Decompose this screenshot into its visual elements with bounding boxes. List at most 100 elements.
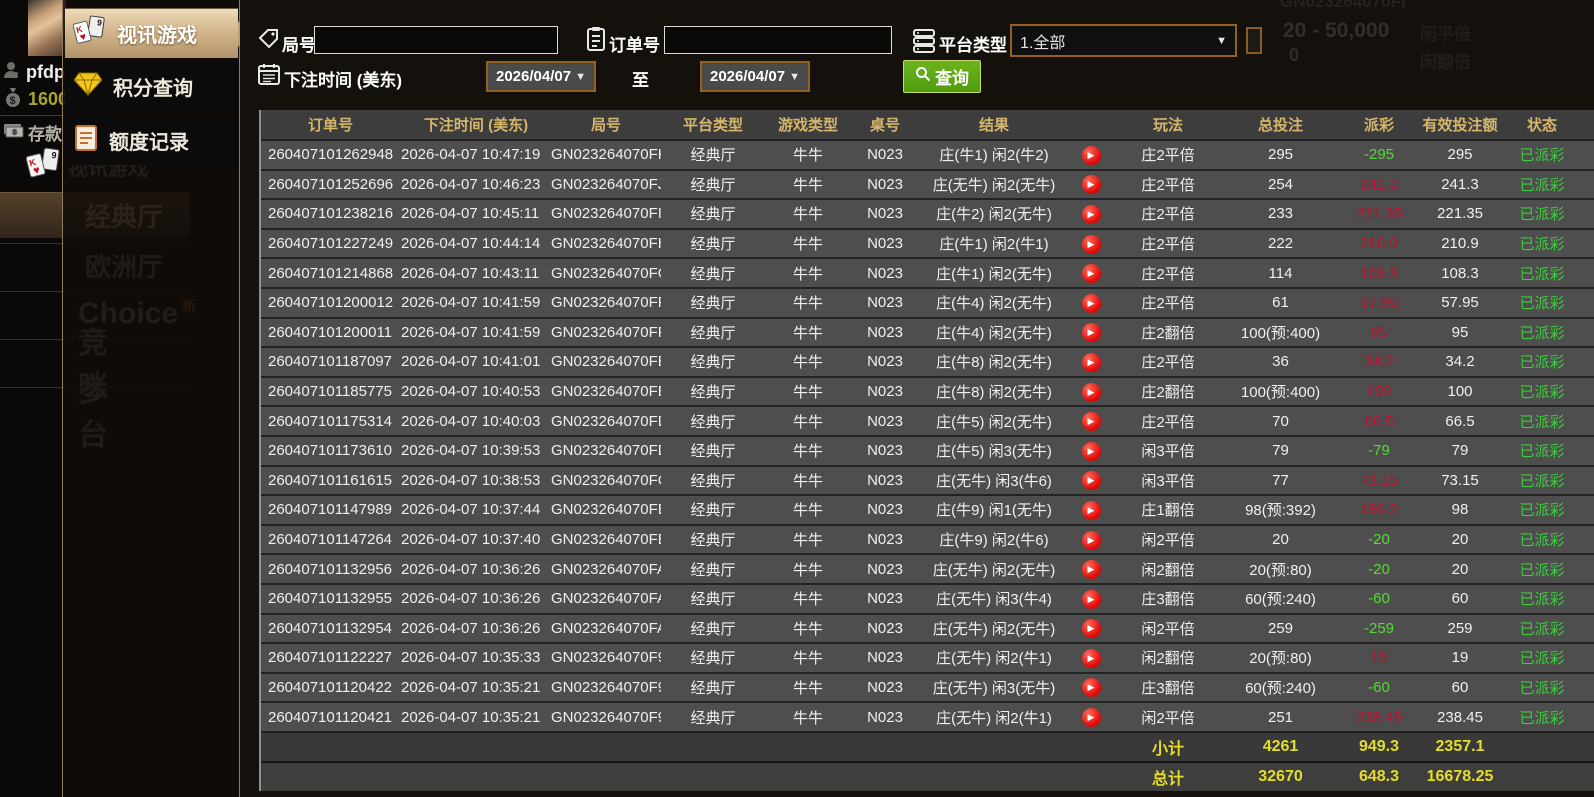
cell-play: ▶ bbox=[1069, 322, 1113, 342]
table-row: 2604071012629482026-04-07 10:47:19GN0232… bbox=[261, 139, 1594, 169]
cell-round: GN023264070FA bbox=[551, 620, 661, 637]
video-play-button[interactable]: ▶ bbox=[1082, 501, 1101, 520]
cell-game: 牛牛 bbox=[765, 470, 851, 491]
query-button[interactable]: 查询 bbox=[903, 60, 981, 93]
cell-result: 庄(牛4) 闲2(无牛) bbox=[919, 292, 1069, 313]
cell-time: 2026-04-07 10:39:53 bbox=[393, 442, 551, 459]
cell-payout: -20 bbox=[1338, 561, 1420, 578]
cell-order: 260407101185775 bbox=[261, 383, 393, 400]
cell-validbet: 241.3 bbox=[1420, 176, 1500, 193]
cell-time: 2026-04-07 10:40:03 bbox=[393, 413, 551, 430]
video-play-button[interactable]: ▶ bbox=[1082, 264, 1101, 283]
cell-status: 已派彩 bbox=[1500, 411, 1584, 432]
cell-payout: -79 bbox=[1338, 442, 1420, 459]
cell-totalbet: 20 bbox=[1223, 531, 1338, 548]
cell-method: 庄1翻倍 bbox=[1113, 499, 1223, 520]
cell-validbet: 19 bbox=[1420, 649, 1500, 666]
cell-game: 牛牛 bbox=[765, 174, 851, 195]
video-play-button[interactable]: ▶ bbox=[1082, 590, 1101, 609]
cell-validbet: 20 bbox=[1420, 531, 1500, 548]
video-play-button[interactable]: ▶ bbox=[1082, 649, 1101, 668]
date-from-select[interactable]: 2026/04/07 ▼ bbox=[486, 61, 596, 92]
cell-validbet: 98 bbox=[1420, 501, 1500, 518]
cell-payout: 57.95 bbox=[1338, 294, 1420, 311]
cell-game: 牛牛 bbox=[765, 233, 851, 254]
cell-play: ▶ bbox=[1069, 263, 1113, 283]
video-play-button[interactable]: ▶ bbox=[1082, 353, 1101, 372]
menu-item-label: 额度记录 bbox=[109, 126, 189, 155]
video-play-button[interactable]: ▶ bbox=[1082, 560, 1101, 579]
cell-time: 2026-04-07 10:46:23 bbox=[393, 176, 551, 193]
date-to-select[interactable]: 2026/04/07 ▼ bbox=[700, 61, 810, 92]
video-play-button[interactable]: ▶ bbox=[1082, 412, 1101, 431]
footer-cell-method: 总计 bbox=[1113, 765, 1223, 789]
cell-method: 庄2平倍 bbox=[1113, 203, 1223, 224]
overlay-menu-column: 9K♥ 视讯游戏 积分查询 额度记录 bbox=[63, 0, 240, 797]
table-row: 2604071011472642026-04-07 10:37:40GN0232… bbox=[261, 524, 1594, 554]
video-play-button[interactable]: ▶ bbox=[1082, 383, 1101, 402]
menu-item-quota-records[interactable]: 额度记录 bbox=[65, 115, 238, 165]
cell-method: 庄2平倍 bbox=[1113, 263, 1223, 284]
header-cell-payout: 派彩 bbox=[1338, 114, 1420, 135]
cell-order: 260407101132956 bbox=[261, 561, 393, 578]
platform-type-select[interactable]: 1.全部 ▼ bbox=[1010, 24, 1237, 57]
header-cell-game: 游戏类型 bbox=[765, 114, 851, 135]
cell-payout: 108.3 bbox=[1338, 265, 1420, 282]
cell-order: 260407101227249 bbox=[261, 235, 393, 252]
order-number-input[interactable] bbox=[664, 26, 892, 54]
menu-item-points-query[interactable]: 积分查询 bbox=[65, 61, 238, 111]
cell-game: 牛牛 bbox=[765, 381, 851, 402]
deposit-item[interactable]: $ 存款 bbox=[2, 120, 62, 145]
cell-hall: 经典厅 bbox=[661, 677, 765, 698]
date-to-value: 2026/04/07 bbox=[710, 68, 785, 85]
cell-result: 庄(牛9) 闲1(无牛) bbox=[919, 499, 1069, 520]
cell-method: 庄2翻倍 bbox=[1113, 322, 1223, 343]
video-play-button[interactable]: ▶ bbox=[1082, 531, 1101, 550]
menu-item-video-games[interactable]: 9K♥ 视讯游戏 bbox=[65, 8, 238, 58]
cell-round: GN023264070FE bbox=[551, 353, 661, 370]
cell-round: GN023264070FE bbox=[551, 383, 661, 400]
video-play-button[interactable]: ▶ bbox=[1082, 708, 1101, 727]
video-play-button[interactable]: ▶ bbox=[1082, 619, 1101, 638]
sidebar-divider bbox=[0, 115, 62, 116]
cell-payout: 221.35 bbox=[1338, 205, 1420, 222]
cell-hall: 经典厅 bbox=[661, 470, 765, 491]
table-row: 2604071011736102026-04-07 10:39:53GN0232… bbox=[261, 435, 1594, 465]
cell-status: 已派彩 bbox=[1500, 440, 1584, 461]
video-play-button[interactable]: ▶ bbox=[1082, 471, 1101, 490]
video-play-button[interactable]: ▶ bbox=[1082, 146, 1101, 165]
cell-tableno: N023 bbox=[851, 442, 919, 459]
platform-type-label: 平台类型 bbox=[939, 31, 1007, 56]
cell-validbet: 108.3 bbox=[1420, 265, 1500, 282]
cell-play: ▶ bbox=[1069, 174, 1113, 194]
cell-hall: 经典厅 bbox=[661, 322, 765, 343]
faint-odds1-text: 闲平倍 bbox=[1420, 20, 1471, 45]
faint-background-box bbox=[1246, 27, 1262, 54]
cell-method: 庄2平倍 bbox=[1113, 233, 1223, 254]
cards-icon-small: 9K♥ bbox=[26, 147, 62, 186]
chevron-down-icon: ▼ bbox=[575, 71, 586, 83]
cell-status: 已派彩 bbox=[1500, 499, 1584, 520]
cell-tableno: N023 bbox=[851, 383, 919, 400]
cell-time: 2026-04-07 10:47:19 bbox=[393, 146, 551, 163]
cell-time: 2026-04-07 10:40:53 bbox=[393, 383, 551, 400]
video-play-button[interactable]: ▶ bbox=[1082, 205, 1101, 224]
cell-totalbet: 222 bbox=[1223, 235, 1338, 252]
round-input[interactable] bbox=[314, 26, 558, 54]
cell-tableno: N023 bbox=[851, 501, 919, 518]
video-play-button[interactable]: ▶ bbox=[1082, 175, 1101, 194]
video-play-button[interactable]: ▶ bbox=[1082, 678, 1101, 697]
footer-cell-validbet: 16678.25 bbox=[1420, 768, 1500, 786]
to-label: 至 bbox=[632, 66, 649, 91]
cell-payout: -295 bbox=[1338, 146, 1420, 163]
video-play-button[interactable]: ▶ bbox=[1082, 323, 1101, 342]
cell-method: 庄3翻倍 bbox=[1113, 588, 1223, 609]
cell-payout: 210.9 bbox=[1338, 235, 1420, 252]
bills-icon: $ bbox=[2, 121, 24, 144]
video-play-button[interactable]: ▶ bbox=[1082, 294, 1101, 313]
cell-hall: 经典厅 bbox=[661, 263, 765, 284]
video-play-button[interactable]: ▶ bbox=[1082, 442, 1101, 461]
cell-tableno: N023 bbox=[851, 265, 919, 282]
cell-totalbet: 77 bbox=[1223, 472, 1338, 489]
video-play-button[interactable]: ▶ bbox=[1082, 235, 1101, 254]
